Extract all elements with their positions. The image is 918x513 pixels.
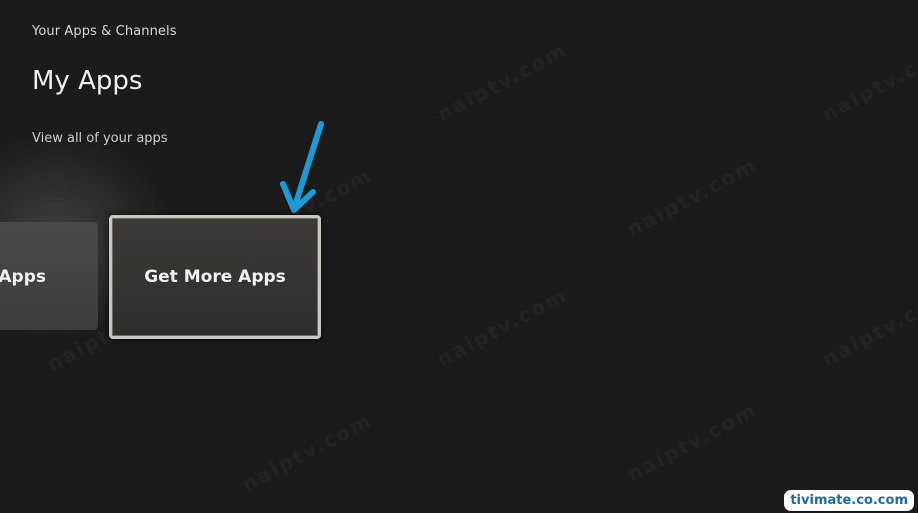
my-apps-tile-label: y Apps — [0, 267, 46, 287]
pointer-arrow-icon — [280, 121, 324, 213]
watermark: naiptv.com — [818, 283, 918, 372]
watermark: naiptv.com — [818, 38, 918, 127]
watermark: naiptv.com — [433, 38, 571, 127]
my-apps-tile[interactable]: y Apps — [0, 222, 98, 330]
site-badge: tivimate.co.com — [784, 490, 914, 511]
watermark: naiptv.com — [623, 398, 761, 487]
page-subtitle: View all of your apps — [32, 131, 168, 146]
get-more-apps-label: Get More Apps — [144, 267, 286, 287]
page-title: My Apps — [32, 66, 143, 96]
watermark: naiptv.com — [623, 153, 761, 242]
watermark: naiptv.com — [238, 408, 376, 497]
get-more-apps-tile[interactable]: Get More Apps — [109, 215, 321, 339]
firetv-apps-screen: naiptv.com naiptv.com naiptv.com naiptv.… — [0, 0, 918, 513]
breadcrumb: Your Apps & Channels — [32, 24, 177, 39]
watermark: naiptv.com — [433, 283, 571, 372]
